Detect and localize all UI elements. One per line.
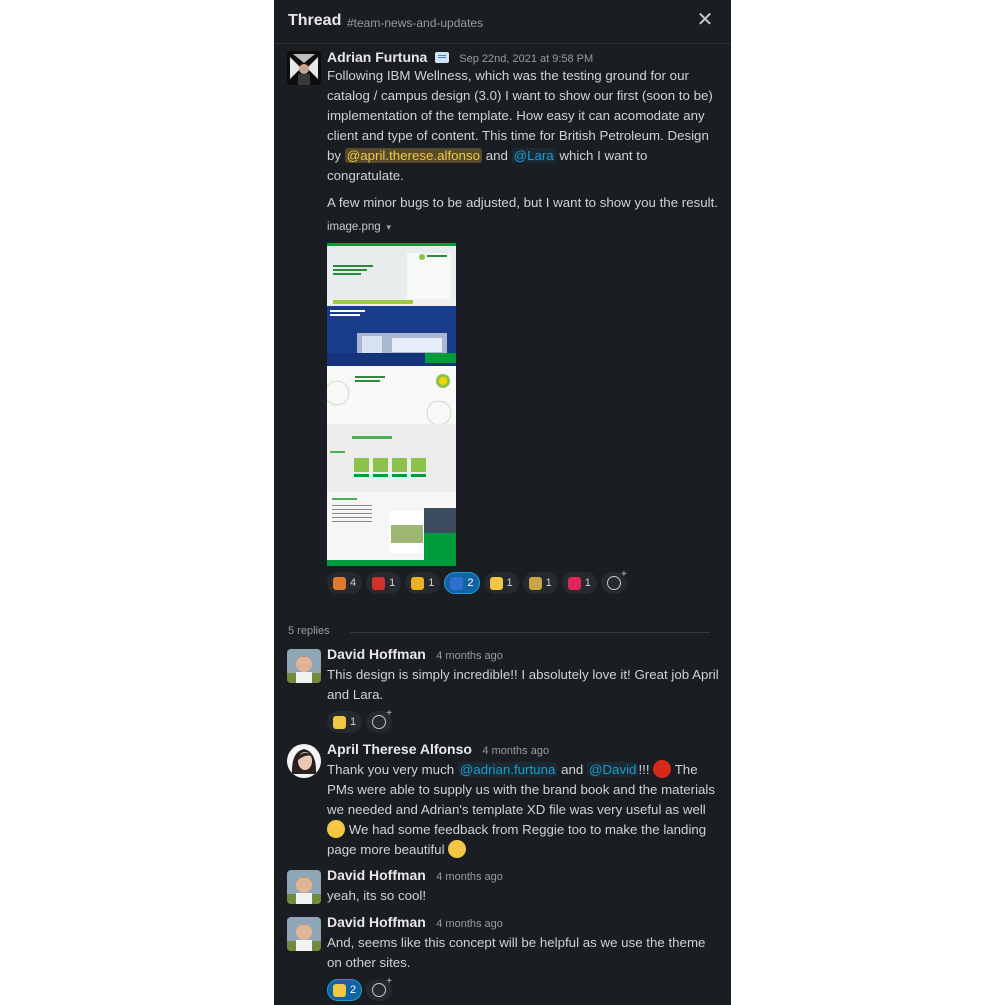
mention[interactable]: @Lara [511, 148, 556, 163]
add-reaction-button[interactable] [366, 708, 393, 733]
reaction-pill[interactable]: 2 [327, 979, 363, 1001]
trophy-icon [411, 576, 425, 590]
author-name[interactable]: David Hoffman [327, 914, 426, 930]
reaction-count: 1 [350, 716, 357, 728]
message-text: This design is simply incredible!! I abs… [327, 667, 719, 702]
reaction-pill[interactable]: 1 [483, 572, 519, 594]
reaction-pill[interactable]: 1 [327, 711, 363, 733]
mention[interactable]: @april.therese.alfonso [344, 148, 482, 163]
replies-count: 5 replies [288, 625, 330, 637]
flag-icon [372, 576, 386, 590]
message-text: yeah, its so cool! [327, 888, 427, 903]
fy-icon [528, 576, 542, 590]
author-name[interactable]: April Therese Alfonso [327, 741, 472, 757]
author-name[interactable]: David Hoffman [327, 867, 426, 883]
thread-panel: Thread #team-news-and-updates ✕ Adrian F… [274, 0, 731, 1005]
reaction-count: 2 [467, 577, 474, 589]
bp-website-preview [327, 243, 456, 566]
thumbs-up-icon [333, 983, 346, 997]
reactions-bar: 2 [327, 976, 719, 1001]
text-segment: !!! [638, 762, 654, 777]
text-segment: and [557, 762, 587, 777]
reactions-bar: 1 [327, 708, 719, 733]
image-attachment[interactable] [327, 243, 456, 566]
reaction-count: 1 [389, 577, 396, 589]
timestamp[interactable]: Sep 22nd, 2021 at 9:58 PM [459, 53, 593, 65]
message-text: Thank you very much @adrian.furtuna and … [327, 760, 719, 860]
reactions-bar: 4 1 1 2 1 1 1 [327, 569, 719, 594]
timestamp[interactable]: 4 months ago [436, 871, 503, 883]
message-text: And, seems like this concept will be hel… [327, 935, 706, 970]
reaction-pill[interactable]: 1 [405, 572, 441, 594]
timestamp[interactable]: 4 months ago [436, 650, 503, 662]
angry-face-icon [653, 760, 672, 778]
timestamp[interactable]: 4 months ago [436, 918, 503, 930]
message-text: Following IBM Wellness, which was the te… [327, 66, 719, 186]
joy-face-icon [448, 840, 467, 858]
party-icon [333, 576, 346, 590]
reaction-pill[interactable]: 1 [366, 572, 402, 594]
avatar[interactable] [287, 917, 321, 951]
reaction-count: 2 [350, 984, 357, 996]
status-speech-bubble-icon [434, 52, 449, 63]
channel-name[interactable]: #team-news-and-updates [347, 16, 483, 30]
reaction-count: 1 [545, 577, 552, 589]
author-name[interactable]: Adrian Furtuna [327, 49, 427, 65]
avatar[interactable] [287, 649, 321, 683]
divider-line [350, 632, 710, 633]
avatar-image [287, 51, 321, 85]
reaction-pill[interactable]: 4 [327, 572, 363, 594]
add-reaction-button[interactable] [366, 976, 393, 1001]
worried-face-icon [489, 576, 503, 590]
avatar-image [287, 870, 321, 904]
text-segment: and [482, 148, 512, 163]
timestamp[interactable]: 4 months ago [482, 745, 549, 757]
avatar-image [287, 744, 321, 778]
author-name[interactable]: David Hoffman [327, 646, 426, 662]
message-text: A few minor bugs to be adjusted, but I w… [327, 195, 719, 210]
slight-smile-icon [333, 715, 346, 729]
reaction-pill[interactable]: 1 [522, 572, 558, 594]
reaction-pill[interactable]: 1 [561, 572, 597, 594]
avatar[interactable] [287, 51, 321, 85]
mention[interactable]: @adrian.furtuna [457, 762, 558, 777]
mention[interactable]: @David [586, 762, 639, 777]
avatar-image [287, 917, 321, 951]
add-reaction-icon [372, 708, 392, 729]
text-segment: We had some feedback from Reggie too to … [327, 822, 707, 857]
text-segment: Thank you very much [327, 762, 458, 777]
reaction-count: 1 [584, 577, 591, 589]
reaction-count: 1 [506, 577, 513, 589]
heart-icon [567, 576, 581, 590]
thread-title: Thread [288, 12, 342, 29]
smiling-face-icon [327, 820, 345, 838]
yes-icon [450, 576, 464, 590]
caret-down-icon[interactable]: ▼ [385, 223, 393, 232]
thread-header: Thread #team-news-and-updates ✕ [274, 0, 731, 44]
replies-divider: 5 replies [288, 624, 710, 642]
avatar-image [287, 649, 321, 683]
add-reaction-icon [606, 569, 627, 590]
reaction-count: 4 [350, 577, 357, 589]
close-icon[interactable]: ✕ [694, 9, 716, 31]
avatar[interactable] [287, 870, 321, 904]
reaction-pill[interactable]: 2 [444, 572, 480, 594]
add-reaction-icon [372, 976, 392, 997]
file-name[interactable]: image.png ▼ [327, 221, 719, 237]
add-reaction-button[interactable] [600, 569, 627, 594]
file-name-text: image.png [327, 221, 381, 233]
avatar[interactable] [287, 744, 321, 778]
reaction-count: 1 [428, 577, 435, 589]
